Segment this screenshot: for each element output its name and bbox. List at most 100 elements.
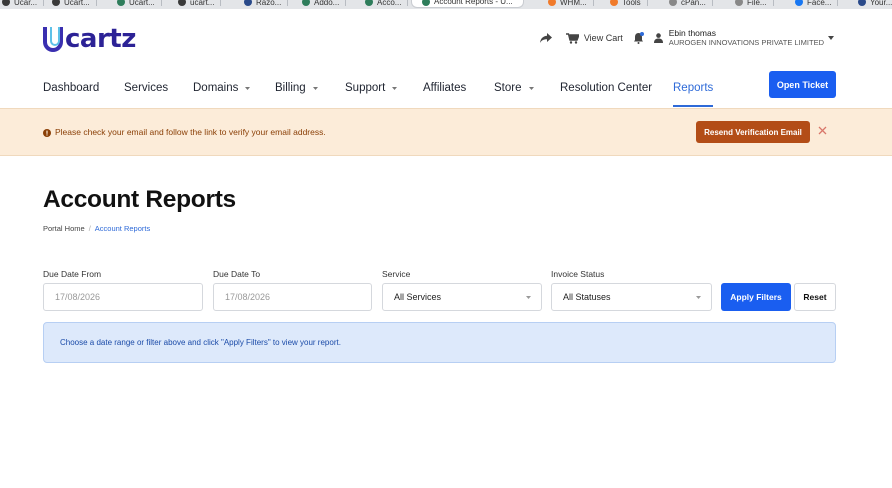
cart-icon[interactable] [565, 32, 579, 44]
due-date-to-input[interactable]: 17/08/2026 [213, 283, 372, 311]
nav-item-store[interactable]: Store [494, 70, 534, 106]
nav-item-reports[interactable]: Reports [673, 70, 714, 107]
service-select[interactable]: All Services [382, 283, 542, 311]
browser-tab[interactable]: Face... [795, 0, 839, 8]
invoice-status-label: Invoice Status [551, 269, 605, 279]
breadcrumb-current[interactable]: Account Reports [95, 224, 150, 233]
browser-tab[interactable]: ucart... [178, 0, 222, 8]
nav-item-affiliates[interactable]: Affiliates [423, 70, 466, 106]
nav-label: Reports [673, 82, 714, 94]
alert-message: Please check your email and follow the l… [55, 127, 326, 137]
ucartz-logo[interactable]: cartz [43, 24, 136, 52]
reset-button[interactable]: Reset [794, 283, 836, 311]
close-icon[interactable] [818, 126, 827, 135]
due-date-from-input[interactable]: 17/08/2026 [43, 283, 203, 311]
browser-tab[interactable]: Ucart... [117, 0, 162, 8]
nav-label: Affiliates [423, 82, 467, 94]
breadcrumb-home-link[interactable]: Portal Home [43, 224, 85, 233]
nav-label: Resolution Center [560, 82, 653, 94]
tab-label: File... [747, 0, 767, 7]
report-info-message: Choose a date range or filter above and … [43, 322, 836, 363]
tab-label: Tools [622, 0, 641, 7]
email-verification-alert: Please check your email and follow the l… [0, 108, 892, 156]
breadcrumb-separator: / [88, 224, 91, 233]
browser-tab[interactable]: Tools [610, 0, 648, 8]
browser-tab[interactable]: Addo... [302, 0, 347, 8]
browser-tab[interactable]: Ucar... [2, 0, 45, 8]
browser-tab[interactable]: WHM... [548, 0, 594, 8]
user-account-menu[interactable]: Ebin thomas AUROGEN INNOVATIONS PRIVATE … [668, 28, 834, 48]
nav-item-billing[interactable]: Billing [275, 70, 318, 106]
chevron-down-icon [528, 86, 534, 90]
browser-tab[interactable]: Your... [858, 0, 892, 8]
browser-tab[interactable]: cPan... [669, 0, 713, 8]
service-select-value: All Services [394, 292, 442, 302]
tab-favicon-icon [795, 0, 803, 6]
tab-separator [95, 0, 97, 6]
nav-item-support[interactable]: Support [345, 70, 398, 106]
tab-favicon-icon [2, 0, 10, 6]
tab-label: Ucar... [14, 0, 38, 7]
tab-separator [345, 0, 347, 6]
tab-separator [711, 0, 713, 6]
breadcrumb: Portal Home / Account Reports [43, 224, 150, 233]
resend-verification-button[interactable]: Resend Verification Email [696, 121, 810, 143]
tab-label: Acco... [377, 0, 402, 7]
tab-label: cPan... [681, 0, 706, 7]
nav-item-services[interactable]: Services [124, 70, 168, 106]
exclamation-circle-icon [43, 129, 51, 137]
header-utilities: View Cart Ebin thomas AUROGEN INNOVATION… [539, 28, 834, 48]
nav-label: Domains [193, 82, 239, 94]
notification-bell-icon[interactable] [633, 32, 644, 44]
browser-tab[interactable]: Acco... [365, 0, 409, 8]
browser-tab[interactable]: Ucart... [52, 0, 97, 8]
tab-label: WHM... [560, 0, 587, 7]
tab-separator [160, 0, 162, 6]
chevron-down-icon [392, 86, 398, 90]
browser-tab[interactable]: File... [735, 0, 774, 8]
chevron-down-icon [245, 86, 251, 90]
tab-label: Razo... [256, 0, 282, 7]
due-date-to-label: Due Date To [213, 269, 261, 279]
share-icon[interactable] [539, 33, 552, 43]
tab-separator [43, 0, 45, 6]
user-company: AUROGEN INNOVATIONS PRIVATE LIMITED [668, 38, 824, 47]
tab-favicon-icon [858, 0, 866, 6]
open-ticket-button[interactable]: Open Ticket [769, 71, 836, 98]
tab-favicon-icon [302, 0, 310, 6]
tab-label: Your... [870, 0, 892, 7]
tab-label: Face... [807, 0, 832, 7]
nav-item-domains[interactable]: Domains [193, 70, 251, 106]
tab-label: Ucart... [64, 0, 90, 7]
user-name: Ebin thomas [668, 28, 716, 38]
tab-label: ucart... [190, 0, 215, 7]
chevron-down-icon [696, 296, 701, 299]
view-cart-link[interactable]: View Cart [584, 33, 623, 43]
tab-separator [592, 0, 594, 6]
tab-separator [837, 0, 839, 6]
logo-text: cartz [65, 24, 136, 54]
tab-favicon-icon [735, 0, 743, 6]
tab-separator [407, 0, 409, 6]
tab-favicon-icon [117, 0, 125, 6]
browser-tab[interactable]: Account Reports - U... [411, 0, 524, 8]
tab-favicon-icon [178, 0, 186, 6]
service-label: Service [382, 269, 411, 279]
invoice-status-value: All Statuses [563, 292, 611, 302]
due-date-to-value: 17/08/2026 [225, 292, 271, 302]
invoice-status-select[interactable]: All Statuses [551, 283, 712, 311]
tab-separator [220, 0, 222, 6]
nav-label: Billing [275, 82, 306, 94]
browser-tab[interactable]: Razo... [244, 0, 289, 8]
nav-item-dashboard[interactable]: Dashboard [43, 70, 99, 106]
tab-favicon-icon [365, 0, 373, 6]
browser-tab-strip: Ucar... Ucart... Ucart... ucart... Razo... Ad… [0, 0, 892, 9]
apply-filters-button[interactable]: Apply Filters [721, 283, 791, 311]
tab-favicon-icon [548, 0, 556, 6]
tab-separator [772, 0, 774, 6]
page-title: Account Reports [43, 186, 236, 213]
nav-label: Dashboard [43, 82, 100, 94]
tab-label: Ucart... [129, 0, 155, 7]
nav-item-resolution-center[interactable]: Resolution Center [560, 70, 652, 106]
nav-label: Store [494, 82, 522, 94]
